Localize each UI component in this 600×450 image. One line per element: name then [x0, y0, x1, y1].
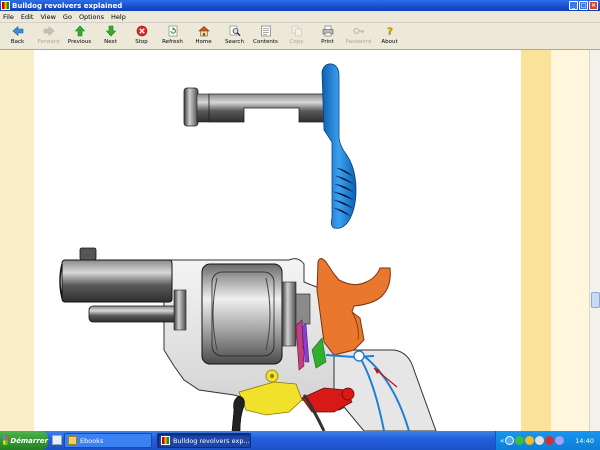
maximize-button[interactable]: □ [579, 1, 588, 10]
back-arrow-icon [12, 25, 24, 37]
document-page [34, 50, 521, 431]
window-controls: _ □ × [569, 1, 598, 10]
trigger-assembly [183, 63, 357, 229]
minimize-button[interactable]: _ [569, 1, 578, 10]
menu-file[interactable]: File [3, 13, 14, 21]
ebook-app-icon [161, 436, 170, 445]
search-icon [229, 25, 241, 37]
copy-button[interactable]: Copy [281, 23, 312, 50]
forward-arrow-icon [43, 25, 55, 37]
up-arrow-icon [74, 25, 86, 37]
start-button[interactable]: Démarrer [0, 431, 48, 450]
print-button[interactable]: Print [312, 23, 343, 50]
task-ebooks[interactable]: Ebooks [64, 433, 152, 448]
stop-button[interactable]: Stop [126, 23, 157, 50]
copy-icon [291, 25, 303, 37]
revolver-barrel [59, 247, 187, 331]
tray-expand-icon[interactable]: « [500, 437, 504, 445]
stop-icon [136, 25, 148, 37]
system-tray: « 14:40 [495, 431, 600, 450]
down-arrow-icon [105, 25, 117, 37]
toolbar: Back Forward Previous Next Stop Refresh [0, 23, 600, 50]
refresh-button[interactable]: Refresh [157, 23, 188, 50]
previous-button[interactable]: Previous [64, 23, 95, 50]
menu-edit[interactable]: Edit [21, 13, 34, 21]
app-icon [1, 1, 10, 10]
clock: 14:40 [575, 436, 594, 445]
menu-options[interactable]: Options [79, 13, 104, 21]
window-title: Bulldog revolvers explained [12, 1, 123, 10]
right-margin [551, 50, 589, 431]
scrollbar-thumb[interactable] [591, 292, 600, 308]
network-icon[interactable] [505, 436, 515, 445]
security-icon[interactable] [515, 436, 525, 445]
right-margin-stripe [521, 50, 551, 431]
menu-bar: File Edit View Go Options Help [0, 11, 600, 23]
revolver-illustration [59, 63, 437, 431]
key-icon [353, 25, 365, 37]
task-bulldog-revolvers[interactable]: Bulldog revolvers exp... [157, 433, 251, 448]
svg-text:?: ? [387, 27, 393, 38]
search-button[interactable]: Search [219, 23, 250, 50]
folder-icon [68, 436, 77, 445]
update-icon[interactable] [525, 436, 535, 445]
close-button[interactable]: × [589, 1, 598, 10]
volume-icon[interactable] [535, 436, 545, 445]
home-icon [197, 25, 210, 37]
left-margin [0, 50, 34, 431]
forward-button[interactable]: Forward [33, 23, 64, 50]
about-button[interactable]: ? About [374, 23, 405, 50]
next-button[interactable]: Next [95, 23, 126, 50]
quicklaunch-app-icon[interactable] [52, 435, 62, 445]
title-bar: Bulldog revolvers explained _ □ × [0, 0, 600, 11]
password-button[interactable]: Password [343, 23, 374, 50]
antivirus-icon[interactable] [545, 436, 555, 445]
home-button[interactable]: Home [188, 23, 219, 50]
contents-button[interactable]: Contents [250, 23, 281, 50]
contents-icon [260, 25, 272, 37]
revolver-hammer [316, 258, 391, 356]
about-icon: ? [384, 25, 396, 37]
print-icon [322, 25, 334, 37]
back-button[interactable]: Back [2, 23, 33, 50]
taskbar: Démarrer Ebooks Bulldog revolvers exp...… [0, 431, 600, 450]
windows-logo-icon [3, 436, 9, 445]
menu-help[interactable]: Help [111, 13, 126, 21]
menu-view[interactable]: View [40, 13, 55, 21]
menu-go[interactable]: Go [63, 13, 72, 21]
refresh-icon [167, 25, 179, 37]
vertical-scrollbar[interactable] [589, 50, 600, 431]
messenger-icon[interactable] [555, 436, 565, 445]
content-area [0, 50, 600, 431]
